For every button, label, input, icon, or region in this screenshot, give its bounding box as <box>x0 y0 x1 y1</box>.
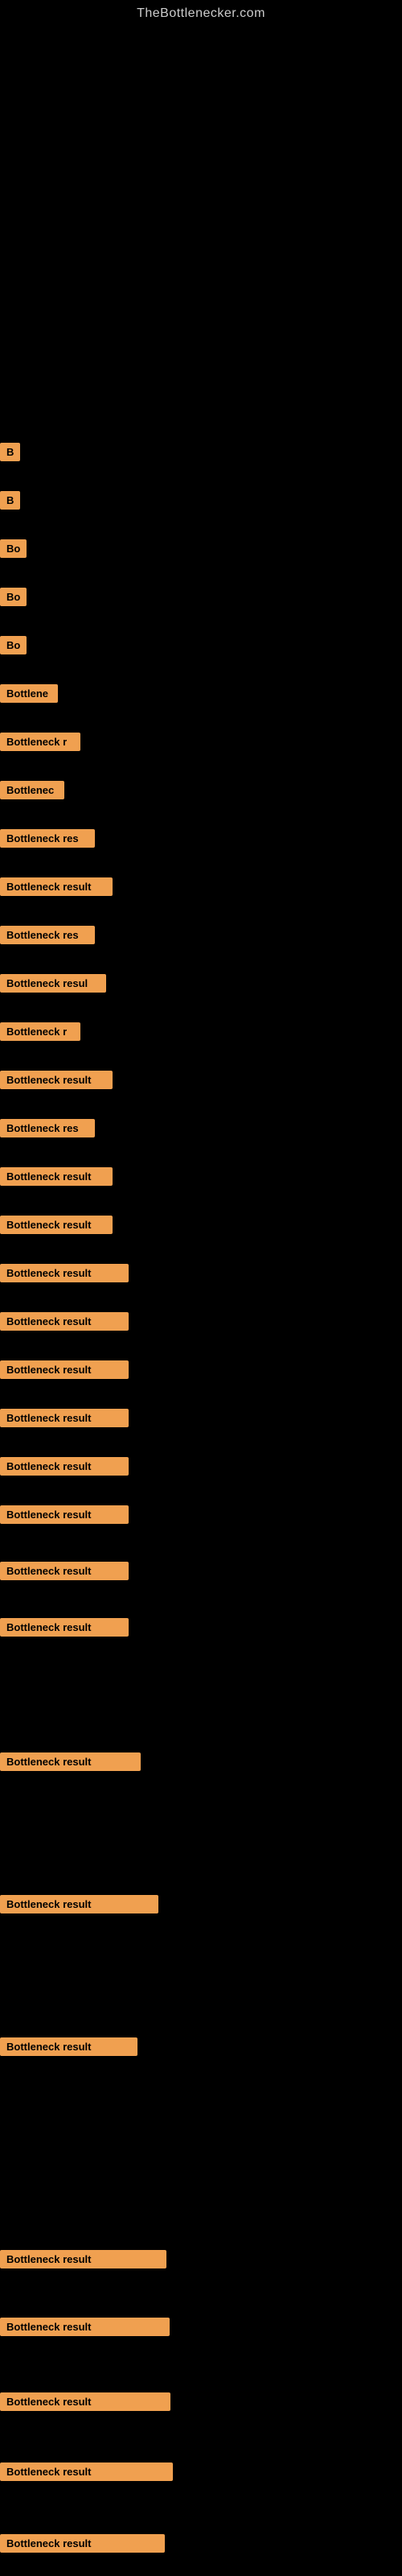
bottleneck-result-item: Bo <box>0 636 27 654</box>
bottleneck-result-item: Bo <box>0 588 27 606</box>
bottleneck-result-item: Bottlene <box>0 684 58 703</box>
bottleneck-result-item: Bottleneck result <box>0 1264 129 1282</box>
bottleneck-result-item: Bottleneck result <box>0 1562 129 1580</box>
bottleneck-result-item: Bo <box>0 539 27 558</box>
bottleneck-result-item: Bottleneck result <box>0 1457 129 1476</box>
bottleneck-result-item: Bottleneck result <box>0 1312 129 1331</box>
bottleneck-result-item: Bottleneck result <box>0 1071 113 1089</box>
bottleneck-result-item: Bottleneck result <box>0 2392 170 2411</box>
bottleneck-result-item: Bottleneck result <box>0 1167 113 1186</box>
bottleneck-result-item: Bottleneck result <box>0 2037 137 2056</box>
bottleneck-result-item: Bottleneck result <box>0 1409 129 1427</box>
bottleneck-result-item: Bottleneck res <box>0 926 95 944</box>
bottleneck-result-item: Bottleneck result <box>0 2462 173 2481</box>
bottleneck-result-item: Bottleneck result <box>0 1216 113 1234</box>
bottleneck-result-item: Bottleneck result <box>0 877 113 896</box>
bottleneck-result-item: B <box>0 491 20 510</box>
bottleneck-result-item: Bottleneck resul <box>0 974 106 993</box>
bottleneck-result-item: Bottleneck result <box>0 1752 141 1771</box>
bottleneck-result-item: Bottleneck result <box>0 1618 129 1637</box>
site-title: TheBottlenecker.com <box>0 0 402 21</box>
bottleneck-result-item: Bottleneck result <box>0 1505 129 1524</box>
bottleneck-result-item: Bottleneck r <box>0 1022 80 1041</box>
bottleneck-result-item: Bottleneck result <box>0 2534 165 2553</box>
bottleneck-result-item: Bottleneck result <box>0 2318 170 2336</box>
bottleneck-result-item: Bottleneck res <box>0 1119 95 1137</box>
bottleneck-result-item: B <box>0 443 20 461</box>
bottleneck-result-item: Bottleneck result <box>0 1895 158 1913</box>
bottleneck-result-item: Bottlenec <box>0 781 64 799</box>
bottleneck-result-item: Bottleneck r <box>0 733 80 751</box>
bottleneck-result-item: Bottleneck result <box>0 2250 166 2268</box>
bottleneck-result-item: Bottleneck res <box>0 829 95 848</box>
bottleneck-result-item: Bottleneck result <box>0 1360 129 1379</box>
